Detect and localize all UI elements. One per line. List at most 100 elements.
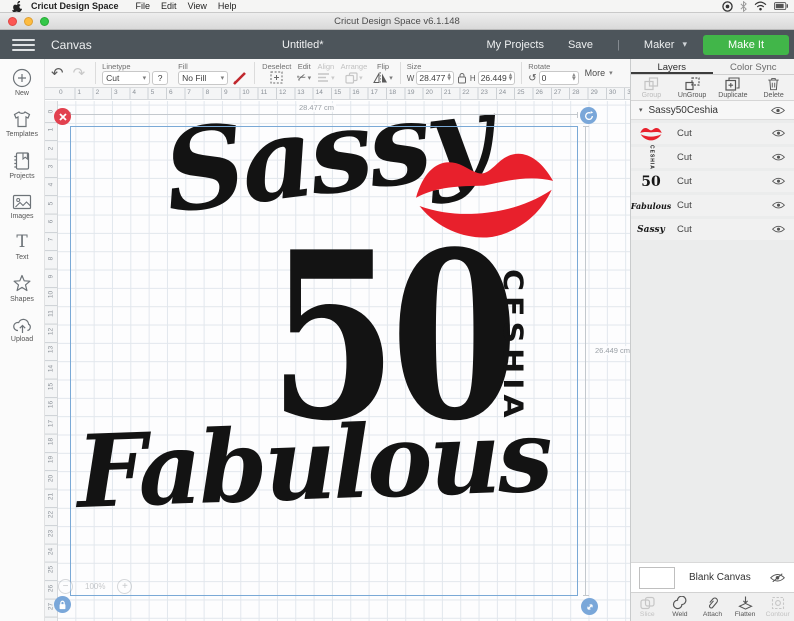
fill-label: Fill (178, 62, 188, 71)
eye-icon[interactable] (772, 153, 785, 161)
height-input[interactable]: 26.449 ▲ ▼ (477, 71, 516, 85)
menu-item-help[interactable]: Help (218, 1, 237, 11)
rotate-icon (584, 110, 593, 120)
vertical-ruler: 0 1 2 3 4 5 6 7 8 9 10 11 12 13 14 15 16 17 18 19 20 21 22 23 24… (45, 101, 58, 621)
wifi-icon[interactable] (754, 1, 767, 11)
cloud-upload-icon (12, 316, 33, 334)
attach-button[interactable]: Attach (696, 593, 729, 621)
sidebar-item-new[interactable]: New (12, 68, 32, 97)
collapse-icon[interactable]: ▾ (639, 106, 643, 114)
lock-icon[interactable] (457, 72, 467, 84)
machine-select[interactable]: Maker ▾ (644, 39, 687, 51)
eye-icon[interactable] (771, 106, 785, 115)
menu-item-view[interactable]: View (188, 1, 207, 11)
sidebar-item-images[interactable]: Images (11, 193, 33, 220)
text-icon: T (16, 232, 28, 252)
height-dimension-label: 26.449 cm (593, 346, 630, 355)
rotate-label: Rotate (528, 62, 551, 71)
layer-row-fabulous[interactable]: Fabulous Cut (631, 195, 794, 216)
canvas-color-swatch[interactable] (639, 566, 675, 589)
arrange-button[interactable]: Arrange ▾ (338, 59, 371, 87)
layer-row-lips[interactable]: Cut (631, 123, 794, 144)
image-icon (12, 193, 32, 211)
fill-dropdown[interactable]: No Fill ▾ (178, 71, 229, 85)
tshirt-icon (12, 110, 32, 129)
make-it-button[interactable]: Make It (703, 34, 789, 55)
zoom-level: 100% (85, 582, 106, 591)
sidebar-item-templates[interactable]: Templates (6, 110, 38, 138)
flatten-button[interactable]: Flatten (729, 593, 762, 621)
edit-button[interactable]: Edit ✂ ▾ (294, 59, 314, 87)
design-canvas[interactable]: 0 1 2 3 4 5 6 7 8 9 10 11 12 13 14 15 16 17 18 19 20 21 22 23 24… (45, 101, 630, 621)
battery-icon[interactable] (774, 2, 788, 10)
weld-button[interactable]: Weld (664, 593, 697, 621)
size-label: Size (406, 62, 422, 71)
duplicate-button[interactable]: Duplicate (713, 75, 754, 100)
eye-icon[interactable] (772, 201, 785, 209)
more-button[interactable]: More ▾ (581, 59, 617, 87)
my-projects-link[interactable]: My Projects (487, 39, 544, 51)
pen-icon (233, 72, 247, 85)
selection-bounding-box[interactable] (70, 126, 578, 596)
zoom-out-button[interactable]: − (58, 579, 73, 594)
menu-item-file[interactable]: File (136, 1, 151, 11)
width-input[interactable]: 28.477 ▲ ▼ (416, 71, 454, 85)
delete-button[interactable]: Delete (753, 75, 794, 100)
work-area: ↶ ↷ Linetype Cut ▾ ? Fill No Fill ▾ Dese… (45, 59, 634, 621)
journal-icon (12, 151, 31, 171)
flip-button[interactable]: Flip ▾ (370, 59, 396, 87)
sassy-thumbnail: Sassy (637, 224, 665, 235)
save-link[interactable]: Save (568, 39, 593, 51)
chevron-down-icon: ▾ (682, 39, 687, 50)
layer-row-fifty[interactable]: 50 Cut (631, 171, 794, 192)
tab-color-sync[interactable]: Color Sync (713, 59, 794, 74)
sidebar-item-text[interactable]: T Text (16, 233, 29, 261)
align-button[interactable]: Align ▾ (314, 59, 338, 87)
sidebar-item-shapes[interactable]: Shapes (10, 274, 34, 303)
panel-spacer (631, 240, 794, 562)
eye-icon[interactable] (772, 129, 785, 137)
layer-row-sassy[interactable]: Sassy Cut (631, 219, 794, 240)
paperclip-icon (706, 596, 719, 610)
linetype-dropdown[interactable]: Cut ▾ (102, 71, 151, 85)
apple-icon[interactable] (12, 0, 22, 12)
delete-selection-handle[interactable] (54, 108, 71, 125)
contour-button[interactable]: Contour (761, 593, 794, 621)
rotate-input[interactable]: 0 ▲ ▼ (538, 71, 579, 85)
eye-icon[interactable] (772, 177, 785, 185)
slice-button[interactable]: Slice (631, 593, 664, 621)
undo-button[interactable]: ↶ (51, 64, 64, 82)
deselect-button[interactable]: Deselect (259, 59, 294, 87)
resize-selection-handle[interactable] (581, 598, 598, 615)
eye-icon (772, 226, 785, 233)
hamburger-menu-icon[interactable] (12, 36, 35, 54)
redo-button[interactable]: ↷ (73, 64, 86, 82)
canvas-label: Canvas (51, 37, 92, 52)
sidebar-item-projects[interactable]: Projects (9, 151, 35, 180)
document-title[interactable]: Untitled* (282, 39, 324, 51)
eye-slash-icon[interactable] (770, 573, 785, 583)
layer-group-header[interactable]: ▾ Sassy50Ceshia (631, 101, 794, 120)
ungroup-button[interactable]: UnGroup (672, 75, 713, 100)
blank-canvas-label: Blank Canvas (689, 572, 751, 583)
tab-layers[interactable]: Layers (631, 59, 713, 74)
lock-selection-handle[interactable] (54, 596, 71, 613)
eye-icon (772, 130, 785, 137)
horizontal-ruler: 0 1 2 3 4 5 6 7 8 9 10 11 12 13 14 15 16 17 18 19 20 21 22 23 24… (45, 88, 634, 100)
scissors-icon: ✂ (295, 69, 309, 86)
zoom-in-button[interactable]: + (117, 579, 133, 594)
group-button[interactable]: Group (631, 75, 672, 100)
sidebar-item-upload[interactable]: Upload (11, 316, 33, 343)
fifty-thumbnail: 50 (641, 173, 661, 190)
layer-row-ceshia[interactable]: CESHIA Cut (631, 145, 794, 170)
menu-app-name[interactable]: Cricut Design Space (31, 1, 119, 11)
window-title-bar: Cricut Design Space v6.1.148 (0, 13, 794, 30)
menu-item-edit[interactable]: Edit (161, 1, 177, 11)
rotate-selection-handle[interactable] (580, 107, 597, 124)
linetype-help-button[interactable]: ? (152, 71, 169, 85)
blank-canvas-row[interactable]: Blank Canvas (631, 562, 794, 592)
width-dimension-line (70, 112, 578, 118)
screen-record-icon[interactable] (722, 0, 733, 12)
eye-icon[interactable] (772, 225, 785, 233)
bluetooth-icon[interactable] (740, 0, 747, 12)
